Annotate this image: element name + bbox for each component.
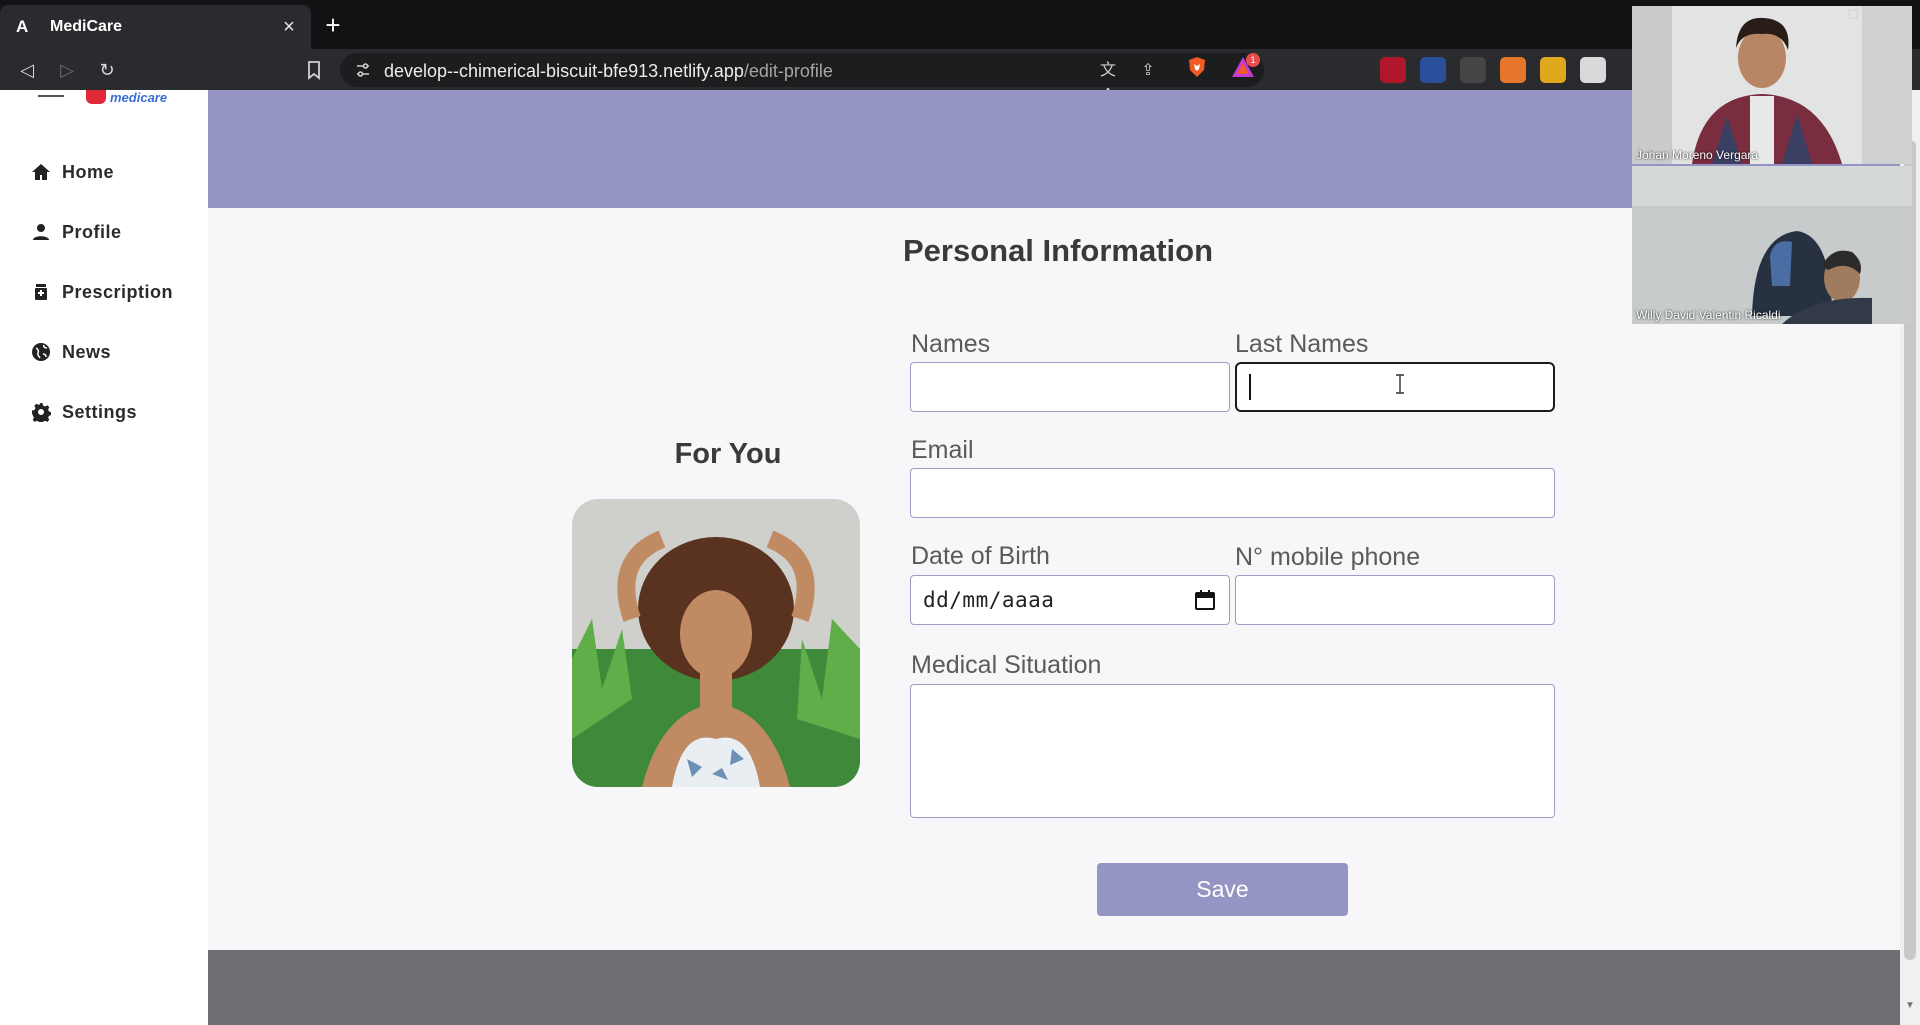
coin-extension-icon[interactable] <box>1540 57 1566 83</box>
date-of-birth-field[interactable]: dd/mm/aaaa <box>910 575 1230 625</box>
rewards-badge: 1 <box>1246 53 1260 67</box>
url-path: /edit-profile <box>743 61 833 81</box>
sidebar-panel <box>0 133 208 1025</box>
globe-icon <box>30 341 52 363</box>
video-tile-1[interactable]: Johan Moreno Vergara <box>1632 6 1912 164</box>
page-title: Personal Information <box>902 233 1214 268</box>
shield-extension-icon[interactable] <box>1420 57 1446 83</box>
email-field[interactable] <box>910 468 1555 518</box>
translate-icon[interactable]: 文A <box>1096 59 1120 103</box>
forward-button[interactable]: ▷ <box>54 57 80 83</box>
address-bar[interactable]: develop--chimerical-biscuit-bfe913.netli… <box>340 53 1264 103</box>
names-label: Names <box>911 330 991 358</box>
sidebar-item-home[interactable]: Home <box>30 157 114 187</box>
text-cursor-icon <box>1395 374 1405 394</box>
restore-window-icon[interactable]: ❐ <box>1846 8 1860 22</box>
sidebar-item-label: Home <box>62 161 115 182</box>
ublock-extension-icon[interactable] <box>1380 57 1406 83</box>
medical-situation-textarea[interactable] <box>910 684 1555 818</box>
person-icon <box>30 221 52 243</box>
url-host: develop--chimerical-biscuit-bfe913.netli… <box>384 61 744 81</box>
date-of-birth-label: Date of Birth <box>911 542 1050 570</box>
mobile-phone-label: N° mobile phone <box>1235 543 1421 571</box>
for-you-title: For You <box>674 438 782 470</box>
sidebar-item-prescription[interactable]: Prescription <box>30 277 173 307</box>
participant-name: Willy David Valentin Ricaldi <box>1636 308 1781 322</box>
sidebar-item-label: News <box>62 341 112 362</box>
url-text: develop--chimerical-biscuit-bfe913.netli… <box>384 61 833 82</box>
reload-button[interactable]: ↻ <box>94 57 120 83</box>
close-overlay-icon[interactable]: ✕ <box>1890 8 1904 22</box>
bookmark-icon[interactable] <box>302 57 326 83</box>
sidebar: medicare Home Profile Prescription News … <box>0 90 208 1025</box>
extension-icon[interactable] <box>1460 57 1486 83</box>
sidebar-item-profile[interactable]: Profile <box>30 217 122 247</box>
browser-tab[interactable]: A MediCare × <box>0 5 311 49</box>
participant-name: Johan Moreno Vergara <box>1636 148 1759 162</box>
prescription-icon <box>30 281 52 303</box>
logo-mark-icon <box>86 90 106 104</box>
brave-shield-icon[interactable] <box>1185 55 1209 79</box>
last-names-label: Last Names <box>1235 330 1369 358</box>
scroll-down-icon[interactable]: ▼ <box>1902 1000 1918 1014</box>
site-settings-icon[interactable] <box>354 61 372 79</box>
for-you-photo <box>572 499 860 787</box>
home-icon <box>30 161 52 183</box>
sidebar-item-label: Settings <box>62 401 138 422</box>
gear-icon <box>30 401 52 423</box>
logo-text: medicare <box>110 90 168 105</box>
puzzle-extension-icon[interactable] <box>1580 57 1606 83</box>
text-caret <box>1249 374 1251 400</box>
sidebar-item-label: Prescription <box>62 281 174 302</box>
date-placeholder: dd/mm/aaaa <box>923 588 1055 612</box>
fox-extension-icon[interactable] <box>1500 57 1526 83</box>
calendar-icon[interactable] <box>1193 588 1217 612</box>
save-button[interactable]: Save <box>1097 863 1348 916</box>
names-field[interactable] <box>910 362 1230 412</box>
tab-favicon-icon: A <box>16 17 29 36</box>
sidebar-item-news[interactable]: News <box>30 337 111 367</box>
tab-close-icon[interactable]: × <box>279 16 299 39</box>
video-tile-2[interactable]: Willy David Valentin Ricaldi <box>1632 166 1912 324</box>
logo[interactable]: medicare <box>80 90 184 133</box>
new-tab-button[interactable]: + <box>318 10 348 40</box>
tab-title: MediCare <box>50 18 123 35</box>
hamburger-menu-icon[interactable] <box>38 90 64 106</box>
share-icon[interactable]: ⇪ <box>1136 59 1160 83</box>
back-button[interactable]: ◁ <box>14 57 40 83</box>
footer <box>208 950 1900 1025</box>
sidebar-item-label: Profile <box>62 221 122 242</box>
email-label: Email <box>911 436 974 464</box>
sidebar-item-settings[interactable]: Settings <box>30 397 137 427</box>
medical-situation-label: Medical Situation <box>911 651 1102 679</box>
mobile-phone-field[interactable] <box>1235 575 1555 625</box>
